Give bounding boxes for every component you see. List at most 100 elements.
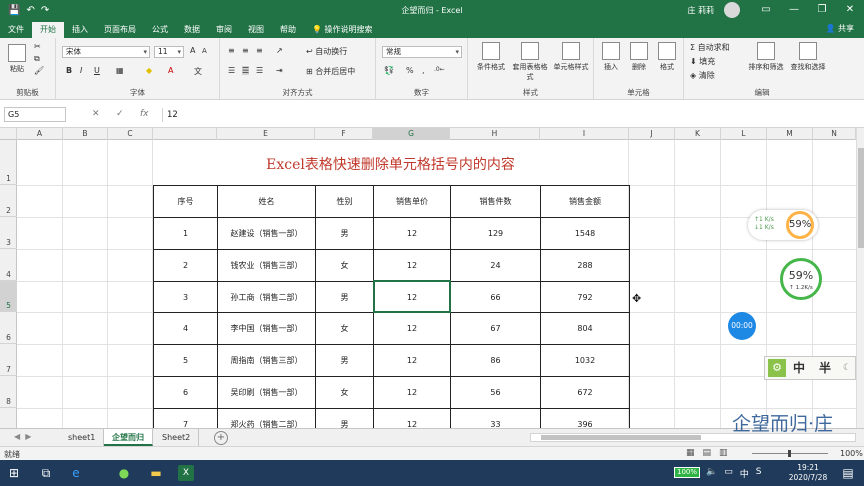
table-cell[interactable]: 男 (315, 281, 374, 313)
worksheet-grid[interactable]: Excel表格快速删除单元格括号内的内容 序号 姓名 性别 销售单价 销售件数 … (17, 140, 856, 428)
restore-icon[interactable]: ❐ (808, 0, 836, 20)
row-header-selected[interactable]: 5 (0, 281, 17, 312)
copy-icon[interactable]: ⧉ (34, 54, 40, 64)
comma-button[interactable]: , (422, 66, 425, 75)
table-cell[interactable]: 女 (315, 249, 374, 282)
speaker-icon[interactable]: 🔈 (706, 467, 717, 480)
column-header[interactable]: I (540, 128, 629, 140)
notification-icon[interactable]: ▤ (840, 465, 856, 481)
battery-indicator[interactable]: 100% (674, 467, 700, 478)
table-cell[interactable]: 288 (540, 249, 630, 282)
table-cell[interactable]: 792 (540, 281, 630, 313)
header-cell[interactable]: 姓名 (217, 185, 316, 218)
table-cell[interactable]: 孙工商（销售二部） (217, 281, 316, 313)
name-box[interactable]: G5 (4, 107, 66, 122)
align-right-icon[interactable]: ☰ (256, 66, 263, 75)
format-painter-icon[interactable]: 🖌 (34, 66, 44, 75)
table-cell[interactable]: 赵建设（销售一部） (217, 217, 316, 250)
align-center-icon[interactable]: ☰ (242, 66, 250, 75)
sheet-tab-active[interactable]: 企望而归 (104, 429, 153, 446)
tab-view[interactable]: 视图 (240, 22, 272, 38)
table-cell[interactable]: 86 (450, 344, 541, 377)
column-header[interactable]: C (108, 128, 153, 140)
ime-chinese-mode[interactable]: 中 (793, 357, 805, 379)
table-cell[interactable]: 12 (373, 408, 451, 428)
confirm-icon[interactable]: ✓ (116, 109, 124, 119)
table-cell[interactable]: 男 (315, 217, 374, 250)
orientation-icon[interactable]: ↗ (276, 46, 283, 55)
header-cell[interactable]: 销售单价 (373, 185, 451, 218)
header-cell[interactable]: 销售件数 (450, 185, 541, 218)
table-cell[interactable]: 804 (540, 312, 630, 345)
monitor-icon[interactable]: ▭ (724, 467, 733, 480)
column-header[interactable]: B (63, 128, 108, 140)
decrease-font-icon[interactable]: A (202, 47, 207, 55)
windows-start-icon[interactable]: ⊞ (6, 465, 22, 481)
sheet-tab[interactable]: sheet1 (60, 429, 105, 446)
header-cell[interactable]: 序号 (153, 185, 218, 218)
table-cell[interactable]: 12 (373, 344, 451, 377)
italic-button[interactable]: I (80, 66, 82, 75)
header-cell[interactable]: 销售金额 (540, 185, 630, 218)
user-name[interactable]: 庄 莉莉 (687, 5, 714, 16)
wrap-text-button[interactable]: ↩ 自动换行 (306, 46, 347, 57)
page-layout-view-icon[interactable]: ▤ (703, 448, 712, 458)
tab-file[interactable]: 文件 (0, 22, 32, 38)
row-header[interactable]: 6 (0, 312, 17, 344)
table-cell[interactable]: 吴印刷（销售一部） (217, 376, 316, 409)
table-cell[interactable]: 12 (373, 217, 451, 250)
find-select-button[interactable]: 查找和选择 (788, 42, 828, 72)
edge-browser-icon[interactable]: e (68, 465, 84, 481)
page-break-view-icon[interactable]: ▥ (719, 448, 728, 458)
column-header[interactable]: K (675, 128, 721, 140)
table-cell[interactable]: 672 (540, 376, 630, 409)
select-all-corner[interactable] (0, 128, 17, 140)
insert-cells-button[interactable]: 插入 (598, 42, 624, 72)
table-cell[interactable]: 12 (373, 249, 451, 282)
network-speed-widget[interactable]: ↑1 K/s ↓1 K/s 59% (748, 210, 818, 240)
table-cell[interactable]: 7 (153, 408, 218, 428)
sort-filter-button[interactable]: 排序和筛选 (746, 42, 786, 72)
zoom-level[interactable]: 100% (840, 449, 863, 458)
table-cell[interactable]: 5 (153, 344, 218, 377)
table-cell[interactable]: 男 (315, 408, 374, 428)
table-cell[interactable]: 2 (153, 249, 218, 282)
tab-insert[interactable]: 插入 (64, 22, 96, 38)
table-cell[interactable]: 4 (153, 312, 218, 345)
table-cell[interactable]: 钱农业（销售三部） (217, 249, 316, 282)
table-cell[interactable]: 3 (153, 281, 218, 313)
column-header-selected[interactable]: G (373, 128, 450, 140)
undo-icon[interactable]: ↶ (26, 5, 34, 16)
phonetic-icon[interactable]: 文 (194, 66, 202, 77)
add-sheet-button[interactable]: + (214, 431, 228, 445)
column-header[interactable]: M (767, 128, 813, 140)
tab-data[interactable]: 数据 (176, 22, 208, 38)
task-view-icon[interactable]: ⧉ (38, 465, 54, 481)
table-cell[interactable]: 12 (373, 376, 451, 409)
normal-view-icon[interactable]: ▦ (686, 448, 695, 458)
tab-review[interactable]: 审阅 (208, 22, 240, 38)
increase-font-icon[interactable]: A (190, 46, 195, 55)
tell-me-search[interactable]: 💡 操作说明搜索 (304, 22, 381, 38)
ime-lang[interactable]: 中 (740, 467, 749, 480)
underline-button[interactable]: U (94, 66, 100, 75)
cancel-icon[interactable]: ✕ (92, 109, 100, 119)
tab-formulas[interactable]: 公式 (144, 22, 176, 38)
fill-button[interactable]: ⬇ 填充 (690, 56, 715, 67)
gear-icon[interactable]: ⚙ (768, 359, 786, 377)
align-top-icon[interactable]: ≡ (228, 46, 235, 55)
table-cell[interactable]: 周指南（销售三部） (217, 344, 316, 377)
table-cell[interactable]: 24 (450, 249, 541, 282)
row-header[interactable]: 8 (0, 376, 17, 408)
delete-cells-button[interactable]: 删除 (626, 42, 652, 72)
chat-app-icon[interactable]: ● (116, 465, 132, 481)
ime-toolbar[interactable]: ⚙ 中 半 ☾ (764, 356, 856, 380)
row-header[interactable]: 1 (0, 140, 17, 185)
insert-function-icon[interactable]: fx (140, 109, 149, 119)
table-cell[interactable]: 1 (153, 217, 218, 250)
table-cell[interactable]: 33 (450, 408, 541, 428)
clear-button[interactable]: ◈ 清除 (690, 70, 715, 81)
excel-app-icon[interactable]: X (178, 465, 194, 481)
scroll-thumb[interactable] (858, 148, 864, 248)
cut-icon[interactable]: ✂ (34, 42, 41, 51)
